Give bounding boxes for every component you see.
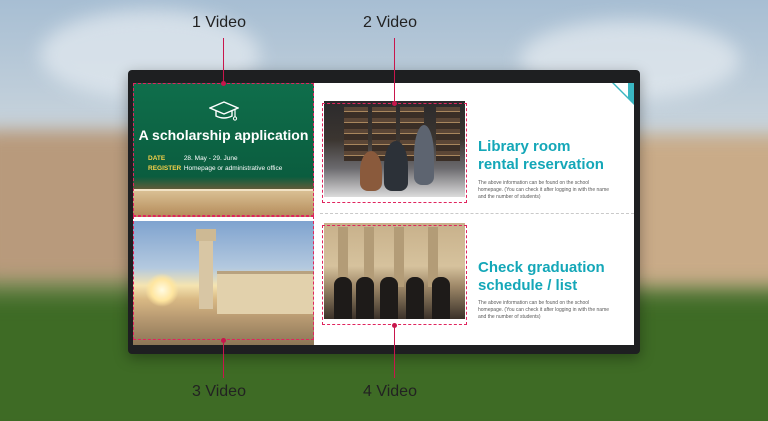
video-zone-3-frame (133, 216, 314, 340)
leader-line-1 (223, 38, 224, 84)
graduation-description: The above information can be found on th… (478, 300, 610, 320)
label-video-2: 2 Video (363, 14, 417, 31)
video-zone-1-frame (133, 83, 314, 216)
label-video-1: 1 Video (192, 14, 246, 31)
library-description: The above information can be found on th… (478, 180, 610, 200)
leader-line-2 (394, 38, 395, 104)
label-video-3: 3 Video (192, 383, 246, 400)
content-divider (320, 213, 634, 214)
library-title: Library room rental reservation (478, 138, 604, 173)
video-zone-4-frame (322, 225, 467, 325)
leader-line-3 (223, 340, 224, 378)
video-zone-2-frame (322, 103, 467, 203)
label-video-4: 4 Video (363, 383, 417, 400)
graduation-title: Check graduation schedule / list (478, 259, 605, 294)
leader-line-4 (394, 325, 395, 378)
